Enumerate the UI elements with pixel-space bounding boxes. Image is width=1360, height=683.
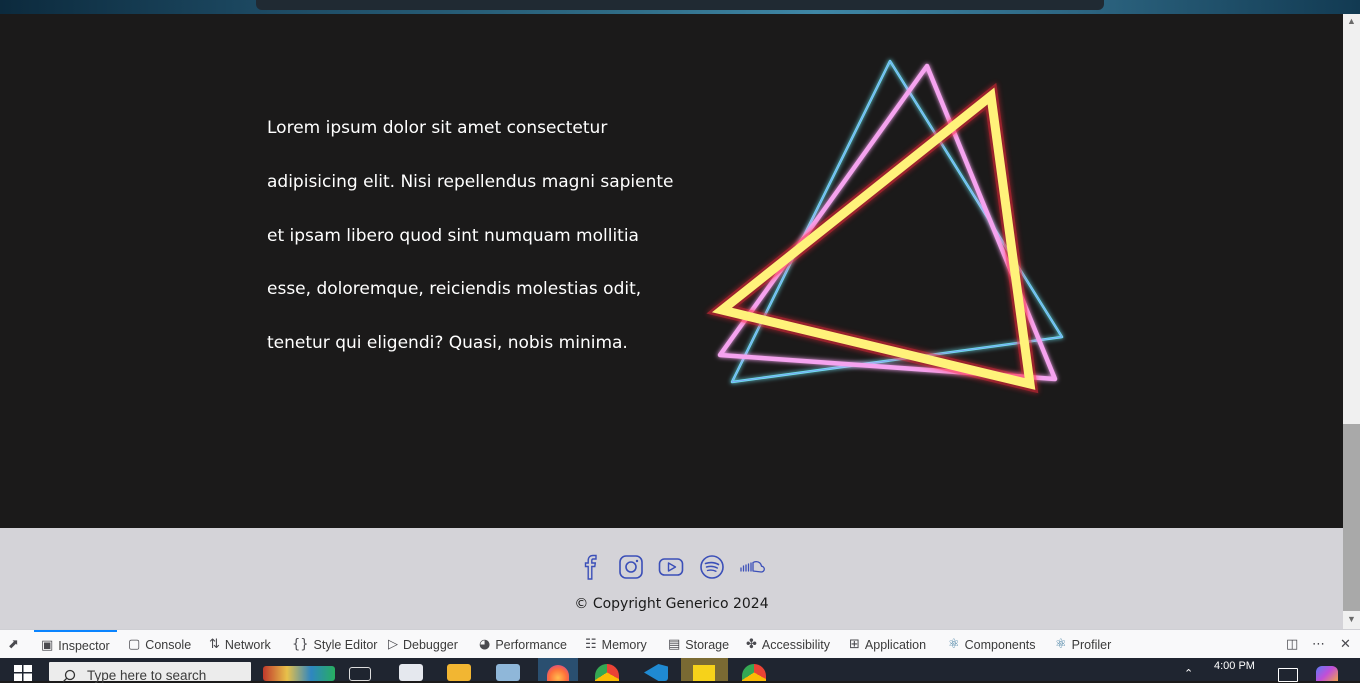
element-picker-button[interactable]: ⬈ xyxy=(8,630,19,659)
inspector-icon: ▣ xyxy=(41,638,54,653)
page-scrollbar[interactable]: ▲ ▼ xyxy=(1343,14,1360,629)
more-options-icon: ⋯ xyxy=(1312,637,1325,652)
file-explorer-icon[interactable] xyxy=(447,664,471,681)
browser-top-strip xyxy=(0,0,1360,14)
tab-memory[interactable]: ☷ Memory xyxy=(585,630,647,659)
tab-label: Debugger xyxy=(403,637,458,652)
tab-storage[interactable]: ▤ Storage xyxy=(668,630,729,659)
sticky-notes-taskbar-button[interactable] xyxy=(681,658,728,681)
element-picker-icon: ⬈ xyxy=(8,637,19,652)
vscode-icon[interactable] xyxy=(644,664,668,681)
devtools-toolbar: ⬈ ▣ Inspector ▢ Console ⇅ Network {} Sty… xyxy=(0,629,1360,659)
tray-chevron-up-icon[interactable]: ⌃ xyxy=(1184,667,1193,680)
social-links xyxy=(0,554,1343,580)
app-thumbnail-icon[interactable] xyxy=(263,666,335,681)
intro-paragraph: Lorem ipsum dolor sit amet consectetur a… xyxy=(267,102,697,371)
performance-icon: ◕ xyxy=(479,637,491,652)
tab-debugger[interactable]: ▷ Debugger xyxy=(388,630,458,659)
spotify-icon[interactable] xyxy=(699,554,725,580)
paragraph-line: et ipsam libero quod sint numquam mollit… xyxy=(267,225,639,246)
facebook-icon[interactable] xyxy=(578,554,604,580)
tab-accessibility[interactable]: ✤ Accessibility xyxy=(746,630,830,659)
scroll-thumb[interactable] xyxy=(1343,424,1360,611)
react-icon: ⚛ xyxy=(1055,637,1067,652)
debugger-icon: ▷ xyxy=(388,637,398,652)
firefox-icon xyxy=(547,665,569,681)
application-icon: ⊞ xyxy=(849,637,860,652)
network-icon: ⇅ xyxy=(209,637,220,652)
notifications-icon[interactable] xyxy=(1278,668,1298,682)
react-icon: ⚛ xyxy=(948,637,960,652)
scroll-down-arrow-icon[interactable]: ▼ xyxy=(1346,615,1357,624)
tab-label: Application xyxy=(864,637,927,652)
responsive-design-icon: ◫ xyxy=(1286,637,1299,652)
tab-label: Console xyxy=(145,637,192,652)
tab-label: Performance xyxy=(495,637,567,652)
tab-console[interactable]: ▢ Console xyxy=(128,630,191,659)
style-editor-icon: {} xyxy=(292,637,309,652)
tab-label: Profiler xyxy=(1071,637,1112,652)
scroll-up-arrow-icon[interactable]: ▲ xyxy=(1346,17,1357,26)
close-devtools-button[interactable]: ✕ xyxy=(1340,630,1351,659)
tab-style-editor[interactable]: {} Style Editor xyxy=(292,630,377,659)
soundcloud-icon[interactable] xyxy=(739,554,765,580)
youtube-icon[interactable] xyxy=(658,554,684,580)
tab-profiler[interactable]: ⚛ Profiler xyxy=(1055,630,1111,659)
chrome-icon[interactable] xyxy=(595,664,619,681)
tab-application[interactable]: ⊞ Application xyxy=(849,630,926,659)
close-icon: ✕ xyxy=(1340,637,1351,652)
paragraph-line: adipisicing elit. Nisi repellendus magni… xyxy=(267,171,674,192)
console-icon: ▢ xyxy=(128,637,141,652)
file-viewer-icon[interactable] xyxy=(399,664,423,681)
tab-label: Network xyxy=(224,637,271,652)
tab-label: Memory xyxy=(601,637,647,652)
memory-icon: ☷ xyxy=(585,637,597,652)
windows-taskbar: Type here to search ⌃ 4:00 PM xyxy=(0,658,1360,683)
accessibility-icon: ✤ xyxy=(746,637,757,652)
tab-inspector[interactable]: ▣ Inspector xyxy=(34,630,117,659)
taskbar-clock[interactable]: 4:00 PM xyxy=(1214,660,1255,672)
tab-label: Style Editor xyxy=(313,637,378,652)
tab-components[interactable]: ⚛ Components xyxy=(948,630,1036,659)
copyright-text: © Copyright Generico 2024 xyxy=(574,596,769,612)
tab-network[interactable]: ⇅ Network xyxy=(209,630,271,659)
tab-label: Components xyxy=(964,637,1036,652)
site-footer: © Copyright Generico 2024 xyxy=(0,528,1343,629)
address-bar[interactable] xyxy=(256,0,1104,10)
tab-performance[interactable]: ◕ Performance xyxy=(479,630,567,659)
responsive-mode-button[interactable]: ◫ xyxy=(1286,630,1298,659)
page-content: Lorem ipsum dolor sit amet consectetur a… xyxy=(0,14,1343,528)
instagram-icon[interactable] xyxy=(618,554,644,580)
neon-triangles-graphic xyxy=(706,59,1064,394)
sticky-notes-icon xyxy=(693,665,715,681)
tab-label: Storage xyxy=(685,637,730,652)
task-view-icon[interactable] xyxy=(349,667,371,681)
taskbar-search-box[interactable]: Type here to search xyxy=(49,662,251,683)
paragraph-line: esse, doloremque, reiciendis molestias o… xyxy=(267,279,642,300)
windows-start-icon[interactable] xyxy=(14,665,32,681)
storage-icon: ▤ xyxy=(668,637,681,652)
paragraph-line: tenetur qui eligendi? Quasi, nobis minim… xyxy=(267,333,628,353)
notes-app-icon[interactable] xyxy=(496,664,520,681)
copilot-icon[interactable] xyxy=(1316,666,1338,681)
tab-label: Inspector xyxy=(58,638,110,653)
paragraph-line: Lorem ipsum dolor sit amet consectetur xyxy=(267,118,608,138)
tab-label: Accessibility xyxy=(761,637,830,652)
firefox-taskbar-button[interactable] xyxy=(538,658,578,681)
chrome-profile-icon[interactable] xyxy=(742,664,766,681)
more-options-button[interactable]: ⋯ xyxy=(1312,630,1325,659)
